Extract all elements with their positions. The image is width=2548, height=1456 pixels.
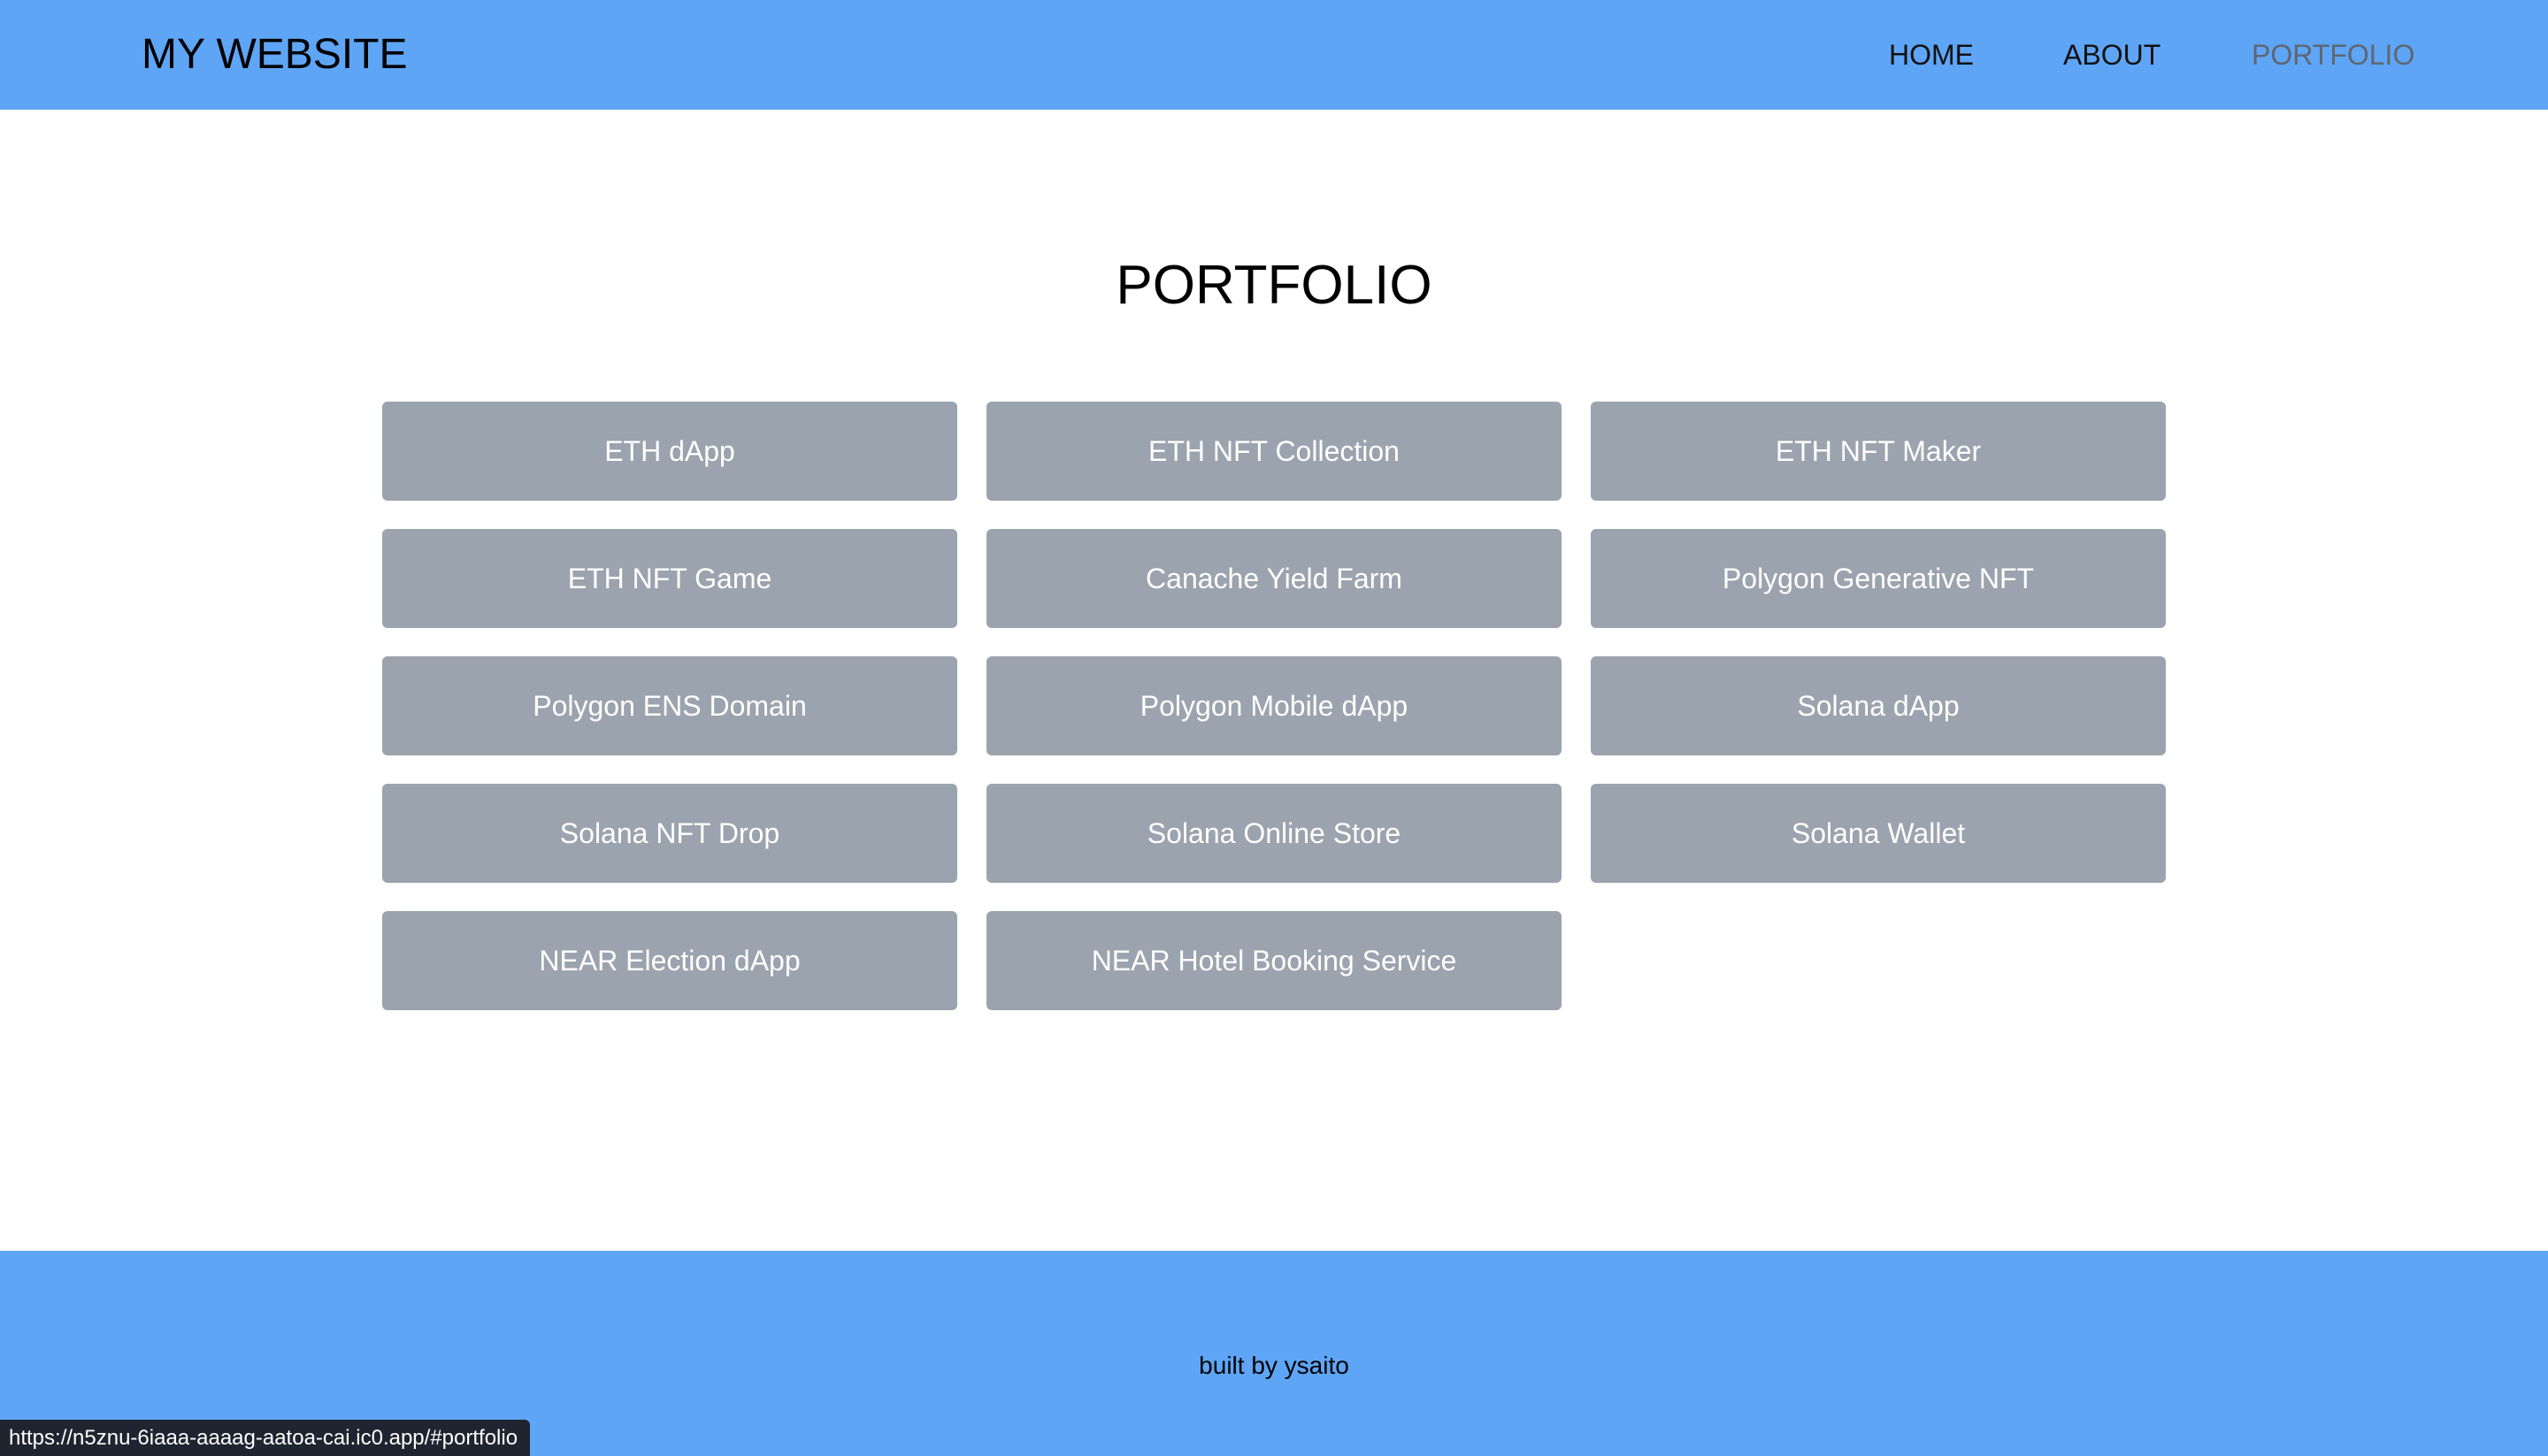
footer-credit: built by ysaito [1199, 1352, 1349, 1379]
project-card-eth-dapp[interactable]: ETH dApp [382, 402, 957, 501]
project-card-eth-nft-game[interactable]: ETH NFT Game [382, 529, 957, 628]
page-title: PORTFOLIO [1116, 255, 1432, 316]
project-card-polygon-ens-domain[interactable]: Polygon ENS Domain [382, 656, 957, 755]
site-brand-link[interactable]: MY WEBSITE [142, 0, 408, 110]
nav-home[interactable]: HOME [1889, 0, 1974, 110]
project-card-canache-yield-farm[interactable]: Canache Yield Farm [986, 529, 1562, 628]
project-card-solana-online-store[interactable]: Solana Online Store [986, 784, 1562, 883]
portfolio-grid: ETH dApp ETH NFT Collection ETH NFT Make… [382, 402, 2166, 1010]
project-card-eth-nft-maker[interactable]: ETH NFT Maker [1591, 402, 2166, 501]
project-card-eth-nft-collection[interactable]: ETH NFT Collection [986, 402, 1562, 501]
project-card-solana-nft-drop[interactable]: Solana NFT Drop [382, 784, 957, 883]
project-card-solana-dapp[interactable]: Solana dApp [1591, 656, 2166, 755]
site-header: MY WEBSITE HOME ABOUT PORTFOLIO [0, 0, 2548, 110]
project-card-polygon-generative-nft[interactable]: Polygon Generative NFT [1591, 529, 2166, 628]
nav-about[interactable]: ABOUT [2063, 0, 2160, 110]
nav-portfolio[interactable]: PORTFOLIO [2252, 0, 2414, 110]
project-card-near-hotel-booking-service[interactable]: NEAR Hotel Booking Service [986, 911, 1562, 1010]
project-card-polygon-mobile-dapp[interactable]: Polygon Mobile dApp [986, 656, 1562, 755]
project-card-solana-wallet[interactable]: Solana Wallet [1591, 784, 2166, 883]
project-card-near-election-dapp[interactable]: NEAR Election dApp [382, 911, 957, 1010]
status-bar-url: https://n5znu-6iaaa-aaaag-aatoa-cai.ic0.… [0, 1420, 531, 1456]
